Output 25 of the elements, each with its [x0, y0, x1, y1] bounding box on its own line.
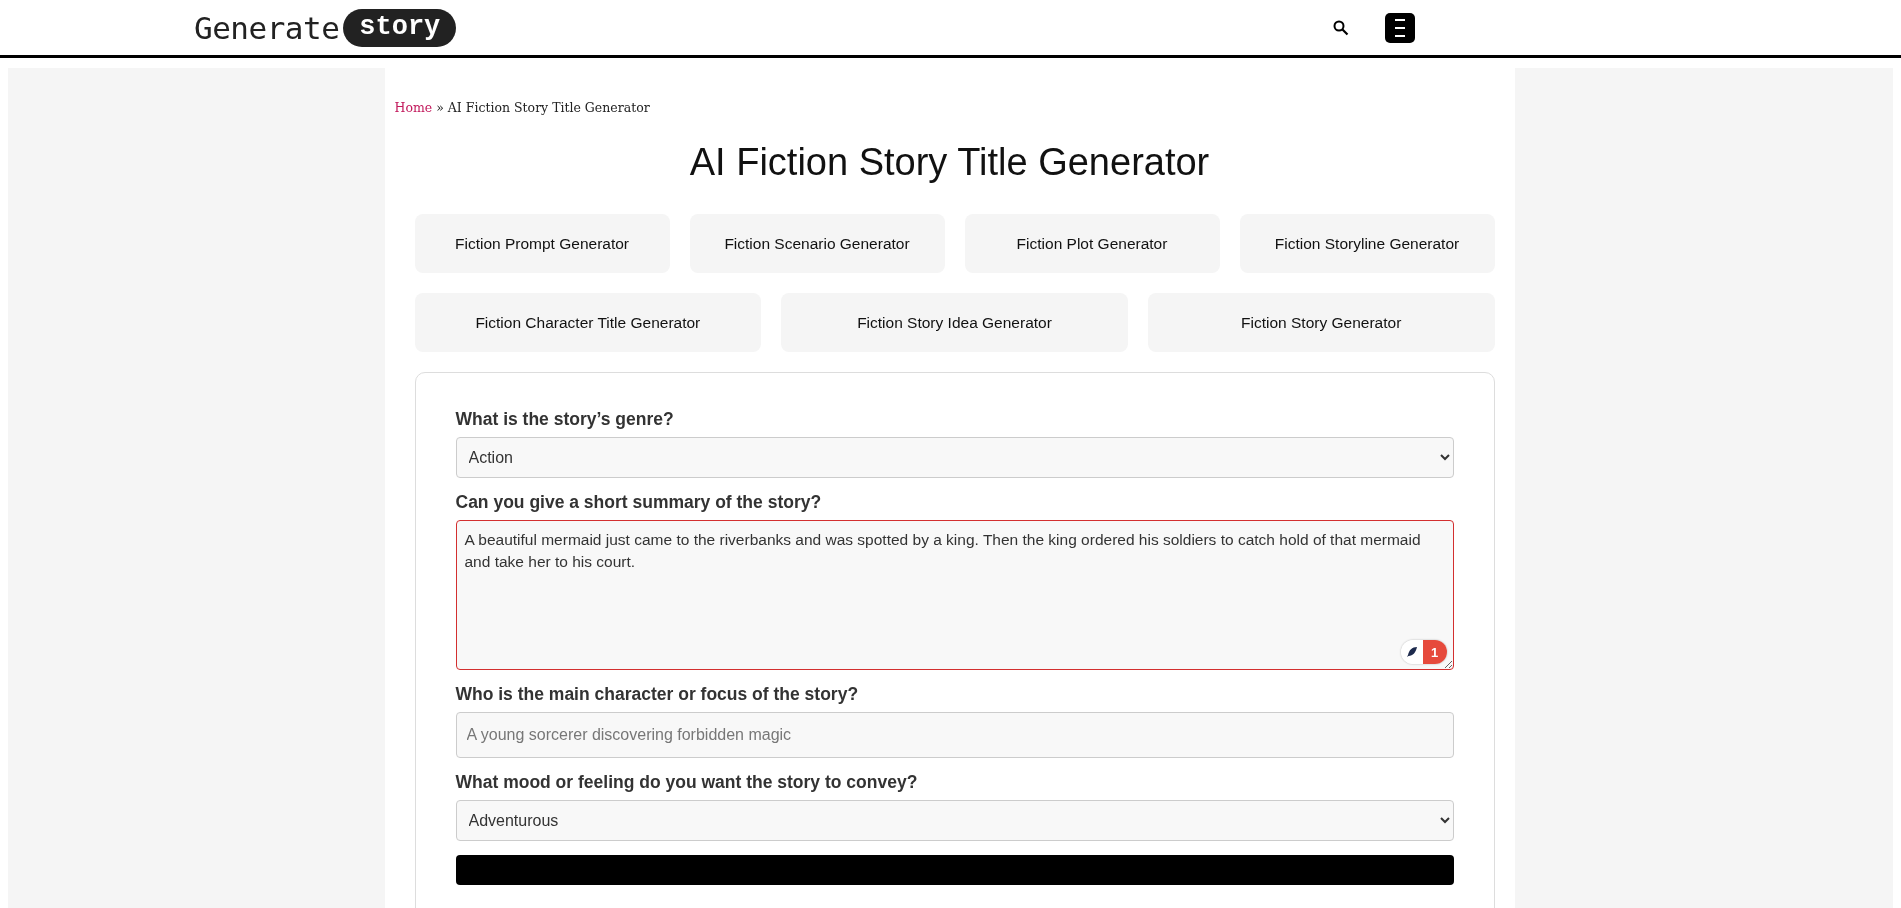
field-label: Who is the main character or focus of the story?	[455, 684, 860, 705]
logo-word: Generate	[194, 9, 340, 46]
generator-link[interactable]: Fiction Story Idea Generator	[781, 293, 1128, 352]
field-label: What mood or feeling do you want the story to convey?	[455, 772, 919, 793]
input-field[interactable]: A young sorcerer discovering forbidden magic	[455, 712, 1454, 758]
search-icon[interactable]	[1333, 19, 1349, 36]
generator-link[interactable]: Fiction Storyline Generator	[1239, 214, 1495, 273]
menu-button[interactable]	[1385, 12, 1415, 43]
feather-icon	[1405, 646, 1418, 658]
generator-link[interactable]: Fiction Scenario Generator	[689, 214, 945, 273]
field-label: Can you give a short summary of the story?	[455, 492, 823, 513]
dropdown-select[interactable]: Adventurous	[455, 800, 1454, 841]
generator-link[interactable]: Fiction Story Generator	[1147, 293, 1495, 352]
breadcrumb-separator: »	[436, 100, 444, 115]
breadcrumb-link[interactable]: Home	[394, 100, 433, 115]
page-title: AI Fiction Story Title Generator	[688, 141, 1211, 184]
field-label: What is the story’s genre?	[455, 409, 675, 430]
site-logo[interactable]: Generate story	[194, 8, 457, 47]
logo-badge: story	[343, 8, 457, 47]
generator-link[interactable]: Fiction Plot Generator	[964, 214, 1220, 273]
breadcrumb-current: AI Fiction Story Title Generator	[447, 100, 650, 115]
writing-assistant-badge[interactable]: 1	[1400, 640, 1447, 664]
generator-link[interactable]: Fiction Character Title Generator	[414, 293, 762, 352]
generator-link[interactable]: Fiction Prompt Generator	[414, 214, 670, 273]
dropdown-select[interactable]: Action	[455, 437, 1454, 478]
